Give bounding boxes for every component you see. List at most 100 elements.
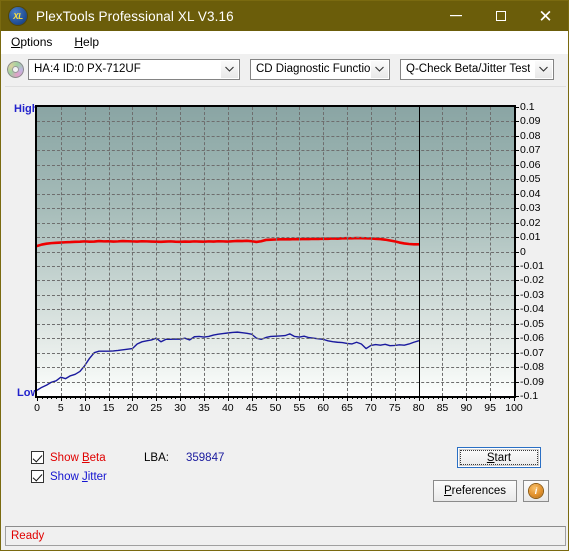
x-tick <box>318 396 320 399</box>
minimize-button[interactable] <box>433 1 478 37</box>
drive-select-value: HA:4 ID:0 PX-712UF <box>34 63 141 75</box>
show-jitter-checkbox[interactable] <box>31 470 44 483</box>
x-tick <box>56 396 58 399</box>
y-axis-tick-label: -0.04 <box>520 303 544 316</box>
y-axis-tick-label: 0.01 <box>520 231 541 244</box>
y-axis-tick-label: -0.03 <box>520 288 544 301</box>
x-tick <box>37 396 38 401</box>
x-axis-tick-label: 100 <box>505 402 523 414</box>
close-button[interactable]: ✕ <box>523 1 568 31</box>
grid-line-horizontal <box>37 338 514 340</box>
x-tick <box>327 396 329 399</box>
function-select[interactable]: CD Diagnostic Functions <box>250 58 390 80</box>
y-tick <box>515 367 519 369</box>
grid-line-horizontal <box>37 121 514 123</box>
x-tick <box>332 396 334 399</box>
x-tick <box>485 396 487 399</box>
function-select-value: CD Diagnostic Functions <box>256 63 383 75</box>
x-tick <box>299 396 301 401</box>
window-title: PlexTools Professional XL V3.16 <box>36 8 234 24</box>
x-axis-tick-label: 0 <box>34 402 40 414</box>
x-tick <box>475 396 477 399</box>
x-tick <box>246 396 248 399</box>
menu-item-help[interactable]: Help <box>71 34 102 50</box>
x-tick <box>447 396 449 399</box>
y-tick <box>515 150 519 152</box>
start-button[interactable]: Start <box>457 447 541 468</box>
y-axis-tick-label: 0.06 <box>520 158 541 171</box>
show-beta-checkbox[interactable] <box>31 451 44 464</box>
x-axis-tick-label: 20 <box>126 402 139 414</box>
x-tick <box>184 396 186 399</box>
info-button[interactable]: i <box>523 480 549 502</box>
x-axis-tick-label: 10 <box>78 402 91 414</box>
data-end-marker <box>418 107 420 396</box>
x-axis-tick-label: 70 <box>365 402 377 414</box>
x-tick <box>132 396 134 401</box>
show-jitter-row[interactable]: Show Jitter <box>31 470 107 483</box>
x-tick <box>337 396 339 399</box>
y-axis-tick-label: 0.09 <box>520 115 541 128</box>
y-tick <box>515 265 519 267</box>
x-tick <box>41 396 43 399</box>
maximize-button[interactable] <box>478 1 523 31</box>
grid-line-horizontal <box>37 251 514 253</box>
test-select[interactable]: Q-Check Beta/Jitter Test <box>400 58 554 80</box>
xl-logo-icon: XL <box>9 7 27 25</box>
x-tick <box>413 396 415 399</box>
x-tick <box>223 396 225 399</box>
x-tick <box>175 396 177 399</box>
y-axis-tick-label: -0.05 <box>520 317 544 330</box>
x-tick <box>270 396 272 399</box>
x-tick <box>394 396 396 401</box>
x-tick <box>375 396 377 399</box>
x-tick <box>504 396 506 399</box>
x-axis-tick-label: 25 <box>150 402 163 414</box>
y-axis-tick-label: -0.09 <box>520 375 544 388</box>
x-axis-labels: 0 5 10 15 20 25 30 35 40 45 50 55 60 65 70 75 80 85 90 95 10… <box>9 402 562 418</box>
y-tick <box>515 193 519 195</box>
y-axis-tick-label: 0.1 <box>520 101 535 113</box>
grid-line-horizontal <box>37 179 514 181</box>
x-tick <box>46 396 48 399</box>
show-beta-row[interactable]: Show Beta <box>31 451 106 464</box>
menu-item-options[interactable]: Options <box>8 34 55 50</box>
x-tick <box>161 396 163 399</box>
x-tick <box>156 396 158 401</box>
grid-line-horizontal <box>37 294 514 296</box>
chevron-down-icon[interactable] <box>535 60 552 78</box>
x-tick <box>423 396 425 399</box>
x-tick <box>103 396 105 399</box>
drive-select[interactable]: HA:4 ID:0 PX-712UF <box>28 58 240 80</box>
x-tick <box>208 396 210 399</box>
preferences-button-label: Preferences <box>443 485 506 497</box>
x-tick <box>308 396 310 399</box>
y-tick <box>515 107 519 108</box>
x-tick <box>137 396 139 399</box>
y-tick <box>515 121 519 123</box>
x-tick <box>285 396 287 399</box>
grid-line-horizontal <box>37 352 514 354</box>
x-axis-tick-label: 5 <box>57 402 64 414</box>
x-tick <box>399 396 401 399</box>
y-tick <box>515 135 519 137</box>
y-tick <box>515 323 519 325</box>
chevron-down-icon[interactable] <box>371 60 388 78</box>
status-bar: Ready <box>5 526 566 546</box>
x-axis-tick-label: 30 <box>174 402 186 414</box>
x-axis-tick-label: 90 <box>460 402 473 414</box>
info-icon: i <box>529 484 543 498</box>
x-tick <box>251 396 253 401</box>
x-tick <box>418 396 420 401</box>
x-axis-tick-label: 85 <box>436 402 449 414</box>
x-tick <box>70 396 72 399</box>
x-tick <box>261 396 263 399</box>
x-tick <box>304 396 306 399</box>
x-tick <box>232 396 234 399</box>
window-buttons: ✕ <box>433 1 568 31</box>
chevron-down-icon[interactable] <box>221 60 238 78</box>
x-tick <box>451 396 453 399</box>
preferences-button[interactable]: Preferences <box>433 480 517 502</box>
y-axis-labels: 0.1 0.09 0.08 0.07 0.06 0.05 0.04 0.03 0.02 0.01 0… <box>515 101 562 402</box>
x-tick <box>409 396 411 399</box>
